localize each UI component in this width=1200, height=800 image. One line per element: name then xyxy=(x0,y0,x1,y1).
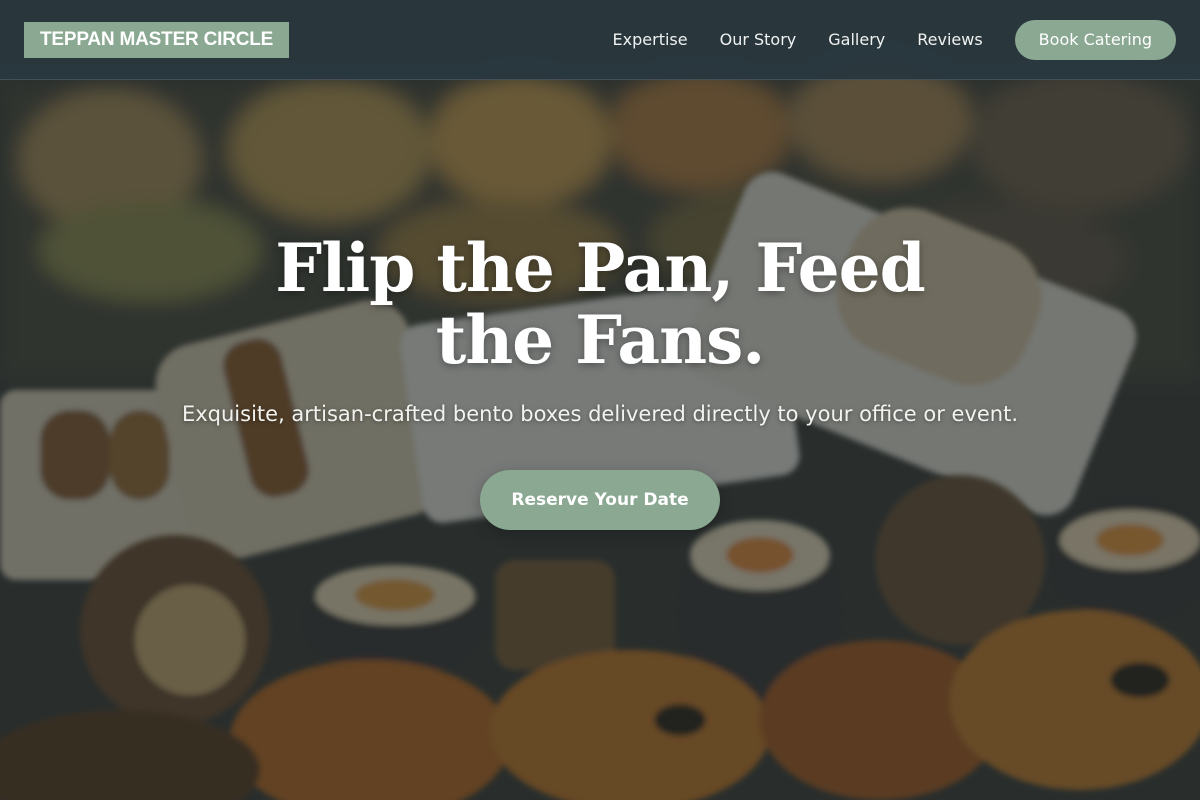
brand-logo[interactable]: TEPPAN MASTER CIRCLE xyxy=(24,21,290,58)
nav-link-expertise[interactable]: Expertise xyxy=(613,30,688,49)
hero-title: Flip the Pan, Feed the Fans. xyxy=(275,229,926,379)
reserve-date-button[interactable]: Reserve Your Date xyxy=(480,470,720,530)
nav-link-gallery[interactable]: Gallery xyxy=(828,30,885,49)
hero-subtitle: Exquisite, artisan-crafted bento boxes d… xyxy=(181,402,1019,426)
main-nav: Expertise Our Story Gallery Reviews Book… xyxy=(613,19,1176,60)
nav-link-reviews[interactable]: Reviews xyxy=(917,30,982,49)
hero-section: Flip the Pan, Feed the Fans. Exquisite, … xyxy=(0,232,1200,530)
book-catering-button[interactable]: Book Catering xyxy=(1014,19,1176,60)
top-navbar: TEPPAN MASTER CIRCLE Expertise Our Story… xyxy=(0,0,1200,80)
nav-link-our-story[interactable]: Our Story xyxy=(720,30,797,49)
